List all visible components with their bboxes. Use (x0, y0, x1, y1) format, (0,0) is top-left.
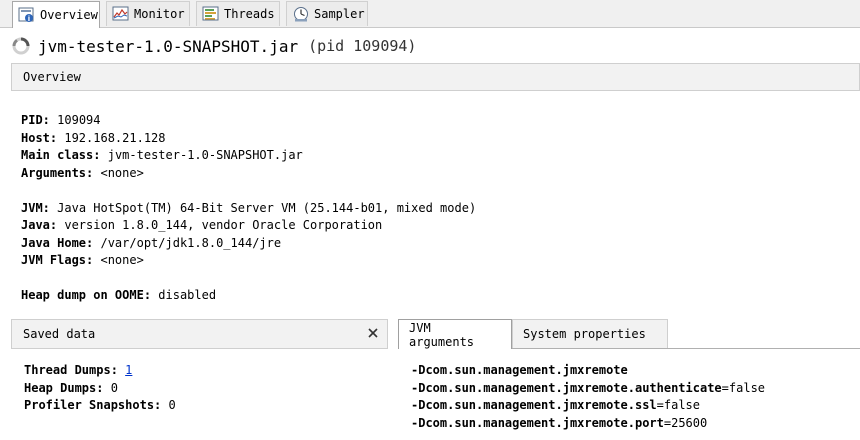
tab-threads[interactable]: Threads (196, 1, 280, 26)
profiler-snapshots-value: 0 (168, 398, 176, 412)
saved-data-list: Thread Dumps: 1 Heap Dumps: 0 Profiler S… (24, 362, 176, 415)
heap-dumps-row: Heap Dumps: 0 (24, 380, 176, 398)
threads-icon (202, 6, 220, 22)
jvm-row: JVM: Java HotSpot(TM) 64-Bit Server VM (… (21, 200, 476, 218)
arguments-value: <none> (100, 165, 144, 180)
application-pid: (pid 109094) (308, 37, 417, 55)
thread-dumps-row: Thread Dumps: 1 (24, 362, 176, 380)
heap-dump-oome-value: disabled (158, 288, 217, 302)
host-row: Host: 192.168.21.128 (21, 130, 476, 148)
saved-data-header[interactable]: Saved data (11, 319, 388, 349)
jvm-argument-key: -Dcom.sun.management.jmxremote.port (411, 415, 664, 430)
jvm-argument-row: -Dcom.sun.management.jmxremote.port=2560… (411, 415, 765, 433)
tab-system-properties[interactable]: System properties (512, 319, 668, 348)
jvm-flags-label: JVM Flags: (21, 253, 94, 267)
tab-jvm-arguments-label: JVM arguments (409, 320, 475, 349)
arguments-label: Arguments: (21, 165, 94, 180)
close-icon[interactable] (366, 326, 380, 340)
sampler-icon (292, 6, 310, 22)
thread-dumps-link[interactable]: 1 (125, 363, 132, 377)
jvm-details-tab-bar: JVM arguments System properties (398, 319, 860, 349)
overview-section-header[interactable]: Overview (11, 63, 860, 91)
jvm-argument-row: -Dcom.sun.management.jmxremote.ssl=false (411, 397, 765, 415)
tab-threads-label: Threads (224, 7, 275, 21)
monitor-icon (112, 6, 130, 22)
main-class-label: Main class: (21, 148, 101, 162)
tab-monitor[interactable]: Monitor (106, 1, 190, 26)
jvm-label: JVM: (21, 200, 50, 215)
heap-dump-oome-label: Heap dump on OOME: (21, 288, 152, 302)
tab-sampler-label: Sampler (314, 7, 365, 21)
heap-dump-oome-row: Heap dump on OOME: disabled (21, 287, 476, 305)
tab-jvm-arguments[interactable]: JVM arguments (398, 319, 512, 349)
java-row: Java: version 1.8.0_144, vendor Oracle C… (21, 217, 476, 235)
jvm-argument-value: =25600 (663, 415, 708, 430)
jvm-argument-key: -Dcom.sun.management.jmxremote (411, 363, 628, 377)
arguments-row: Arguments: <none> (21, 165, 476, 183)
profiler-snapshots-row: Profiler Snapshots: 0 (24, 397, 176, 415)
jvm-argument-value: =false (656, 398, 700, 412)
java-home-value: /var/opt/jdk1.8.0_144/jre (100, 235, 282, 250)
general-info: PID: 109094 Host: 192.168.21.128 Main cl… (21, 112, 476, 305)
overview-section-title: Overview (23, 70, 81, 84)
jvm-argument-row: -Dcom.sun.management.jmxremote (411, 362, 765, 380)
heap-dumps-label: Heap Dumps: (24, 380, 104, 395)
pid-row: PID: 109094 (21, 112, 476, 130)
java-label: Java: (21, 218, 58, 232)
thread-dumps-label: Thread Dumps: (24, 363, 118, 377)
application-name: jvm-tester-1.0-SNAPSHOT.jar (38, 36, 299, 56)
overview-icon: i (18, 7, 36, 23)
java-home-label: Java Home: (21, 235, 94, 250)
java-home-row: Java Home: /var/opt/jdk1.8.0_144/jre (21, 235, 476, 253)
host-label: Host: (21, 130, 58, 145)
tab-overview[interactable]: i Overview (12, 1, 100, 28)
svg-text:i: i (28, 15, 30, 23)
tab-monitor-label: Monitor (134, 7, 185, 21)
main-class-value: jvm-tester-1.0-SNAPSHOT.jar (107, 148, 303, 162)
tab-overview-label: Overview (40, 8, 98, 22)
main-class-row: Main class: jvm-tester-1.0-SNAPSHOT.jar (21, 147, 476, 165)
pid-label: PID: (21, 113, 50, 127)
jvm-argument-row: -Dcom.sun.management.jmxremote.authentic… (411, 380, 765, 398)
saved-data-title: Saved data (23, 327, 96, 341)
jvm-arguments-list: -Dcom.sun.management.jmxremote -Dcom.sun… (411, 362, 765, 432)
heap-dumps-value: 0 (110, 380, 118, 395)
jvm-argument-key: -Dcom.sun.management.jmxremote.ssl (411, 398, 657, 412)
loading-spinner-icon (12, 37, 30, 55)
pid-value: 109094 (57, 113, 101, 127)
application-title-row: jvm-tester-1.0-SNAPSHOT.jar (pid 109094) (0, 28, 860, 64)
profiler-snapshots-label: Profiler Snapshots: (24, 398, 162, 412)
java-value: version 1.8.0_144, vendor Oracle Corpora… (64, 218, 383, 232)
jvm-argument-value: =false (721, 380, 766, 395)
tab-sampler[interactable]: Sampler (286, 1, 368, 26)
host-value: 192.168.21.128 (64, 130, 166, 145)
view-tab-bar: i Overview Monitor Threads Sampler (0, 0, 860, 28)
tab-system-properties-label: System properties (523, 327, 646, 341)
jvm-argument-key: -Dcom.sun.management.jmxremote.authentic… (411, 380, 722, 395)
jvm-flags-row: JVM Flags: <none> (21, 252, 476, 270)
jvm-flags-value: <none> (100, 253, 144, 267)
jvm-value: Java HotSpot(TM) 64-Bit Server VM (25.14… (57, 200, 477, 215)
